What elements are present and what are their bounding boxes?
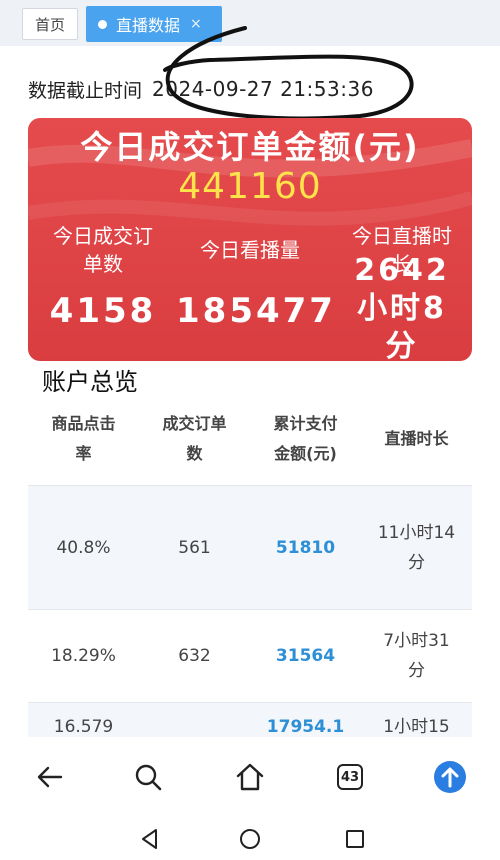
close-icon[interactable]: × <box>190 16 202 32</box>
stat-value-duration: 2642 小时8 分 <box>354 253 450 361</box>
cell-click-rate: 16.579 <box>53 717 114 737</box>
browser-bottom-nav: 43 <box>0 737 500 815</box>
stat-value-orders: 4158 <box>49 291 157 331</box>
cell-duration: 11小时14 分 <box>377 522 456 573</box>
search-icon[interactable] <box>128 757 168 797</box>
stat-label-views: 今日看播量 <box>200 238 300 262</box>
cell-click-rate: 40.8% <box>56 537 111 558</box>
table-row[interactable]: 40.8% 561 51810 11小时14 分 <box>28 486 472 610</box>
data-cutoff: 数据截止时间 2024-09-27 21:53:36 <box>28 74 374 104</box>
account-overview-table: 商品点击率 成交订单数 累计支付 金额(元) 直播时长 40.8% 561 518… <box>28 392 472 737</box>
cell-duration: 1小时15 <box>383 717 450 737</box>
stat-label-orders: 今日成交订 单数 <box>53 224 153 276</box>
today-order-amount: 441160 <box>178 166 322 207</box>
cell-amount[interactable]: 31564 <box>250 610 361 702</box>
column-header-amount: 累计支付 金额(元) <box>273 414 338 463</box>
column-header-click-rate: 商品点击率 <box>51 414 116 463</box>
column-header-orders: 成交订单数 <box>162 414 227 463</box>
cutoff-label: 数据截止时间 <box>28 79 143 102</box>
table-row[interactable]: 18.29% 632 31564 7小时31 分 <box>28 610 472 703</box>
home-icon[interactable] <box>230 757 270 797</box>
card-title: 今日成交订单金额(元) <box>80 128 420 166</box>
tab-live-data[interactable]: 直播数据 × <box>86 6 222 42</box>
stat-value-views: 185477 <box>176 291 336 331</box>
cutoff-time: 2024-09-27 21:53:36 <box>152 77 374 101</box>
cell-duration: 7小时31 分 <box>383 631 450 681</box>
circle-home-icon[interactable] <box>230 819 270 859</box>
cell-orders <box>139 703 250 737</box>
tab-bar: 首页 直播数据 × <box>0 0 500 46</box>
tabs-icon[interactable]: 43 <box>330 757 370 797</box>
table-row[interactable]: 16.579 17954.1 1小时15 <box>28 703 472 737</box>
active-dot-icon <box>98 19 107 29</box>
tab-home[interactable]: 首页 <box>22 8 78 40</box>
square-recents-icon[interactable] <box>335 819 375 859</box>
column-header-duration: 直播时长 <box>384 429 449 448</box>
cell-click-rate: 18.29% <box>51 646 116 666</box>
summary-card: 今日成交订单金额(元) 441160 今日成交订 单数 4158 今日看播量 1… <box>28 118 472 361</box>
back-arrow-icon[interactable] <box>30 757 70 797</box>
system-nav-bar <box>0 815 500 860</box>
cell-orders: 561 <box>178 537 211 558</box>
table-header: 商品点击率 成交订单数 累计支付 金额(元) 直播时长 <box>28 392 472 486</box>
cell-amount[interactable]: 17954.1 <box>250 703 361 737</box>
tab-count: 43 <box>337 764 363 790</box>
tab-live-data-label: 直播数据 <box>116 16 181 35</box>
upload-icon[interactable] <box>430 757 470 797</box>
triangle-back-icon[interactable] <box>130 819 170 859</box>
cell-orders: 632 <box>178 646 211 666</box>
cell-amount[interactable]: 51810 <box>250 486 361 609</box>
